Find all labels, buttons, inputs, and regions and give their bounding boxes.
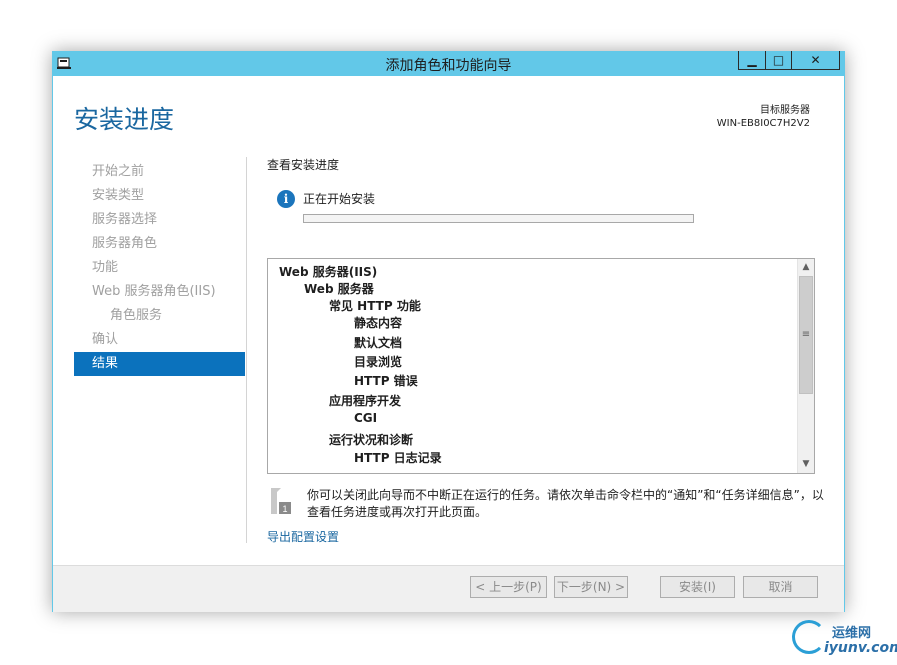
minimize-icon: ▁	[747, 53, 757, 67]
scroll-down-icon[interactable]: ▼	[798, 456, 814, 473]
watermark-cn: 运维网	[832, 626, 872, 641]
install-status-text: 正在开始安装	[303, 192, 376, 206]
installation-details-list[interactable]: Web 服务器(IIS) Web 服务器常见 HTTP 功能静态内容默认文档目录浏…	[267, 258, 815, 474]
cancel-button[interactable]: 取消	[743, 576, 818, 598]
scroll-up-icon[interactable]: ▲	[798, 259, 814, 276]
scrollbar[interactable]: ▲ ≡ ▼	[797, 259, 814, 473]
tree-item: 静态内容	[354, 316, 403, 330]
install-button[interactable]: 安装(I)	[660, 576, 735, 598]
maximize-button[interactable]: □	[766, 51, 792, 70]
target-server-name: WIN-EB8I0C7H2V2	[716, 118, 810, 129]
nav-item-web-server-role: Web 服务器角色(IIS)	[92, 284, 216, 299]
page-title: 安装进度	[74, 105, 175, 134]
nav-item-installation-type: 安装类型	[92, 188, 145, 203]
close-button[interactable]: ✕	[792, 51, 840, 70]
nav-item-confirmation: 确认	[92, 332, 119, 347]
previous-button[interactable]: < 上一步(P)	[470, 576, 547, 598]
tree-item: 默认文档	[354, 336, 403, 350]
tree-item: 常见 HTTP 功能	[329, 299, 421, 313]
target-server-info: 目标服务器 WIN-EB8I0C7H2V2	[717, 104, 810, 130]
tree-item: 应用程序开发	[329, 394, 402, 408]
nav-item-before-you-begin: 开始之前	[92, 164, 145, 179]
tree-item: HTTP 日志记录	[354, 451, 442, 465]
tree-item: CGI	[354, 411, 378, 425]
nav-item-results[interactable]: 结果	[74, 352, 245, 376]
scroll-thumb[interactable]: ≡	[799, 276, 813, 394]
next-button[interactable]: 下一步(N) >	[554, 576, 628, 598]
wizard-client: 安装进度 目标服务器 WIN-EB8I0C7H2V2 开始之前 安装类型 服务器…	[53, 76, 844, 612]
wizard-window: 添加角色和功能向导 ▁ □ ✕ 安装进度 目标服务器 WIN-EB8I0C7H2…	[52, 51, 845, 612]
notification-flag-icon: 1	[271, 488, 291, 514]
tree-item: Web 服务器(IIS)	[279, 265, 378, 279]
export-config-link[interactable]: 导出配置设置	[267, 528, 339, 545]
minimize-button[interactable]: ▁	[738, 51, 766, 70]
watermark-en: iyunv.com	[824, 640, 897, 656]
close-wizard-note: 你可以关闭此向导而不中断正在运行的任务。请依次单击命令栏中的“通知”和“任务详细…	[307, 488, 824, 519]
nav-item-features: 功能	[92, 260, 119, 275]
nav-item-server-roles: 服务器角色	[92, 236, 158, 251]
tree-item: HTTP 错误	[354, 374, 418, 388]
button-bar: < 上一步(P) 下一步(N) > 安装(I) 取消	[53, 565, 844, 612]
window-title: 添加角色和功能向导	[385, 58, 512, 74]
target-server-label: 目标服务器	[760, 105, 810, 116]
info-icon: i	[277, 190, 295, 208]
close-icon: ✕	[810, 53, 821, 67]
nav-item-role-services: 角色服务	[110, 308, 163, 323]
nav-item-server-selection: 服务器选择	[92, 212, 158, 227]
install-progress-bar	[303, 214, 694, 223]
watermark-logo-icon	[792, 620, 826, 654]
wizard-nav: 开始之前 安装类型 服务器选择 服务器角色 功能 Web 服务器角色(IIS) …	[74, 160, 245, 376]
section-title: 查看安装进度	[267, 158, 340, 172]
tree-item: Web 服务器	[304, 282, 374, 296]
svg-text:1: 1	[282, 504, 287, 514]
tree-item: 目录浏览	[354, 355, 403, 369]
nav-divider	[246, 157, 247, 543]
maximize-icon: □	[772, 53, 785, 67]
title-bar[interactable]: 添加角色和功能向导 ▁ □ ✕	[52, 51, 845, 76]
watermark: 运维网 iyunv.com	[792, 618, 897, 662]
tree-item: 运行状况和诊断	[329, 433, 414, 447]
